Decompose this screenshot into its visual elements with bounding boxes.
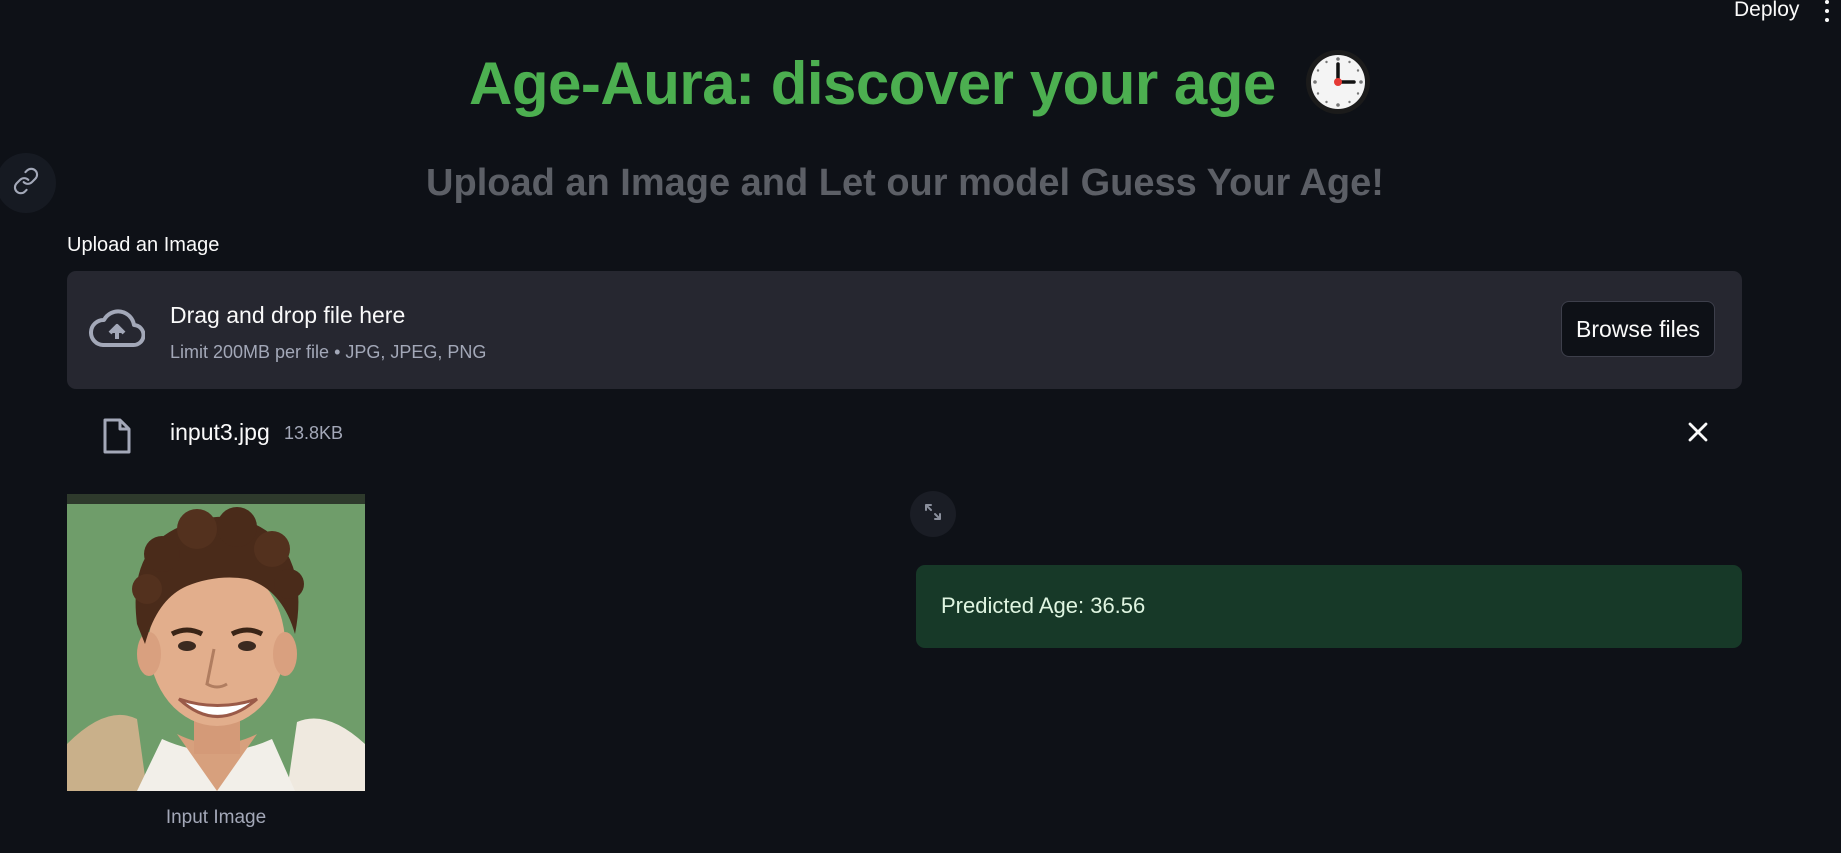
main-menu-icon[interactable]: [1822, 0, 1832, 22]
file-dropzone[interactable]: Drag and drop file here Limit 200MB per …: [67, 271, 1742, 389]
dropzone-limits: Limit 200MB per file • JPG, JPEG, PNG: [170, 342, 487, 362]
page-title: Age-Aura: discover your age: [0, 44, 1841, 136]
prediction-result-box: Predicted Age: 36.56: [916, 565, 1742, 648]
remove-file-icon[interactable]: [1687, 421, 1709, 448]
dropzone-instructions: Drag and drop file here: [170, 302, 406, 328]
uploaded-file-size: 13.8KB: [284, 423, 344, 443]
browse-files-button[interactable]: Browse files: [1561, 301, 1715, 357]
clock-icon: [1304, 48, 1372, 136]
file-icon: [102, 417, 132, 460]
page-title-text: Age-Aura: discover your age: [469, 50, 1276, 117]
input-image-caption: Input Image: [165, 807, 267, 828]
uploaded-file-row: input3.jpg 13.8KB: [67, 415, 1742, 455]
uploaded-file-name: input3.jpg: [170, 419, 270, 445]
cloud-upload-icon: [89, 307, 146, 354]
page-subtitle: Upload an Image and Let our model Guess …: [426, 162, 1384, 204]
input-image: [67, 494, 365, 791]
deploy-button[interactable]: Deploy: [1734, 0, 1799, 22]
prediction-result-text: Predicted Age: 36.56: [941, 593, 1146, 618]
fullscreen-button[interactable]: [910, 491, 956, 537]
expand-icon: [923, 502, 943, 527]
uploader-label: Upload an Image: [67, 234, 220, 256]
